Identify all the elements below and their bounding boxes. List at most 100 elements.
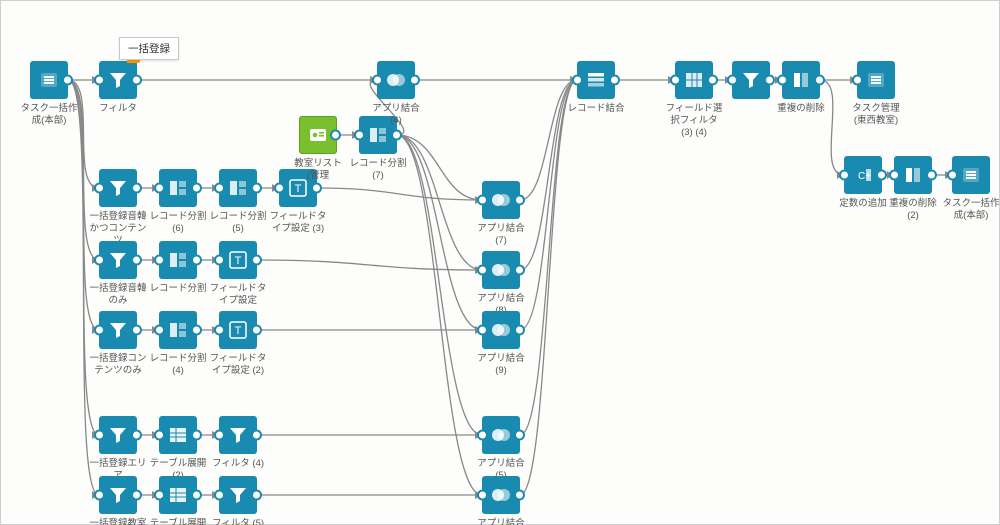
node-label: レコード分割 (6)	[148, 211, 208, 235]
node-label: 教室リスト(管理	[288, 158, 348, 182]
flow-node-ap9[interactable]: アプリ結合 (9)	[471, 311, 531, 377]
node-label: レコード分割	[148, 283, 208, 295]
edge	[257, 260, 482, 270]
node-label: フィールド選択フィルタ (3) (4)	[664, 103, 724, 139]
node-label: アプリ結合 (4)	[366, 103, 426, 127]
type-icon: T	[219, 311, 257, 349]
flow-node-rs1a[interactable]: レコード分割 (6)	[148, 169, 208, 235]
funnel-icon	[732, 61, 770, 99]
node-label: タスク一括作成(本部)	[941, 198, 1000, 222]
node-label: レコード結合	[566, 103, 626, 115]
flow-node-ap7[interactable]: アプリ結合 (7)	[471, 181, 531, 247]
flow-node-rs1b[interactable]: レコード分割 (5)	[208, 169, 268, 235]
dedup-icon	[894, 156, 932, 194]
merge-icon	[482, 311, 520, 349]
flow-node-dup1[interactable]: 重複の削除	[771, 61, 831, 115]
node-label: 重複の削除 (2)	[883, 198, 943, 222]
flow-node-sink1[interactable]: タスク管理(東西教室)	[846, 61, 906, 127]
records-icon	[577, 61, 615, 99]
table-icon	[159, 476, 197, 514]
split-icon	[219, 169, 257, 207]
flow-node-ft3[interactable]: T フィールドタイプ設定 (2)	[208, 311, 268, 377]
merge-icon	[482, 476, 520, 514]
svg-text:T: T	[235, 325, 242, 337]
flow-node-greenSrc[interactable]: 教室リスト(管理	[288, 116, 348, 182]
flow-node-flt3[interactable]: 一括登録コンテンツのみ	[88, 311, 148, 377]
edge	[397, 135, 482, 200]
node-label: レコード分割 (5)	[208, 211, 268, 235]
edge	[317, 188, 482, 200]
flow-node-rs2[interactable]: レコード分割	[148, 241, 208, 295]
list-icon	[857, 61, 895, 99]
edge	[397, 135, 482, 435]
split-icon	[159, 169, 197, 207]
node-label: レコード分割 (7)	[348, 158, 408, 182]
node-label: タスク管理(東西教室)	[846, 103, 906, 127]
merge-icon	[377, 61, 415, 99]
flow-node-ap8[interactable]: アプリ結合 (8)	[471, 251, 531, 317]
edge	[397, 135, 482, 270]
flow-node-ap5[interactable]: アプリ結合 (5)	[471, 416, 531, 482]
node-label: フィールドタイプ設定 (2)	[208, 353, 268, 377]
card-icon	[299, 116, 337, 154]
node-label: アプリ結合 (9)	[471, 353, 531, 377]
flow-node-fsel[interactable]: フィールド選択フィルタ (3) (4)	[664, 61, 724, 139]
grid-icon	[675, 61, 713, 99]
node-label: タスク一括作成(本部)	[19, 103, 79, 127]
tooltip: 一括登録	[119, 37, 179, 60]
flow-node-ap6[interactable]: アプリ結合 (6)	[471, 476, 531, 525]
node-label: レコード分割 (4)	[148, 353, 208, 377]
flow-node-flt0[interactable]: 一括登録フィルタ	[88, 61, 148, 115]
flow-node-rjoin[interactable]: レコード結合	[566, 61, 626, 115]
const-icon: C+	[844, 156, 882, 194]
node-label: 一括登録教室	[88, 518, 148, 525]
flow-node-dup2[interactable]: 重複の削除 (2)	[883, 156, 943, 222]
merge-icon	[482, 251, 520, 289]
type-icon: T	[219, 241, 257, 279]
funnel-icon	[99, 169, 137, 207]
funnel-icon: 一括登録	[99, 61, 137, 99]
node-label: フィルタ (5)	[208, 518, 268, 525]
svg-text:T: T	[295, 183, 302, 195]
list-icon	[952, 156, 990, 194]
dedup-icon	[782, 61, 820, 99]
node-label: フィールドタイプ設定 (3)	[268, 211, 328, 235]
flow-node-flt1[interactable]: 一括登録音韓かつコンテンツ	[88, 169, 148, 247]
table-icon	[159, 416, 197, 454]
svg-text:T: T	[235, 255, 242, 267]
flow-node-ft2[interactable]: Tフィールドタイプ設定	[208, 241, 268, 307]
node-label: アプリ結合 (6)	[471, 518, 531, 525]
flow-node-ap4[interactable]: アプリ結合 (4)	[366, 61, 426, 127]
edge	[397, 135, 482, 495]
flow-node-rs3[interactable]: レコード分割 (4)	[148, 311, 208, 377]
flow-node-flt5b[interactable]: フィルタ (5)	[208, 476, 268, 525]
node-label: 一括登録コンテンツのみ	[88, 353, 148, 377]
funnel-icon	[219, 416, 257, 454]
edge	[397, 135, 482, 330]
split-icon	[159, 311, 197, 349]
flow-node-flt4[interactable]: 一括登録エリア	[88, 416, 148, 482]
flow-node-src1[interactable]: タスク一括作成(本部)	[19, 61, 79, 127]
svg-text:C+: C+	[858, 171, 871, 182]
node-label: アプリ結合 (7)	[471, 223, 531, 247]
flow-node-flt4b[interactable]: フィルタ (4)	[208, 416, 268, 470]
flow-node-flt5[interactable]: 一括登録教室	[88, 476, 148, 525]
merge-icon	[482, 416, 520, 454]
funnel-icon	[99, 476, 137, 514]
funnel-icon	[99, 311, 137, 349]
flow-node-sink2[interactable]: タスク一括作成(本部)	[941, 156, 1000, 222]
list-icon	[30, 61, 68, 99]
node-label: フィルタ	[88, 103, 148, 115]
flow-node-tb4[interactable]: テーブル展開 (2)	[148, 416, 208, 482]
node-label: テーブル展開 (3)	[148, 518, 208, 525]
node-label: 重複の削除	[771, 103, 831, 115]
funnel-icon	[99, 241, 137, 279]
node-label: 一括登録音韓のみ	[88, 283, 148, 307]
node-label: フィルタ (4)	[208, 458, 268, 470]
flow-node-tb5[interactable]: テーブル展開 (3)	[148, 476, 208, 525]
split-icon	[159, 241, 197, 279]
funnel-icon	[219, 476, 257, 514]
merge-icon	[482, 181, 520, 219]
flow-node-flt2[interactable]: 一括登録音韓のみ	[88, 241, 148, 307]
funnel-icon	[99, 416, 137, 454]
